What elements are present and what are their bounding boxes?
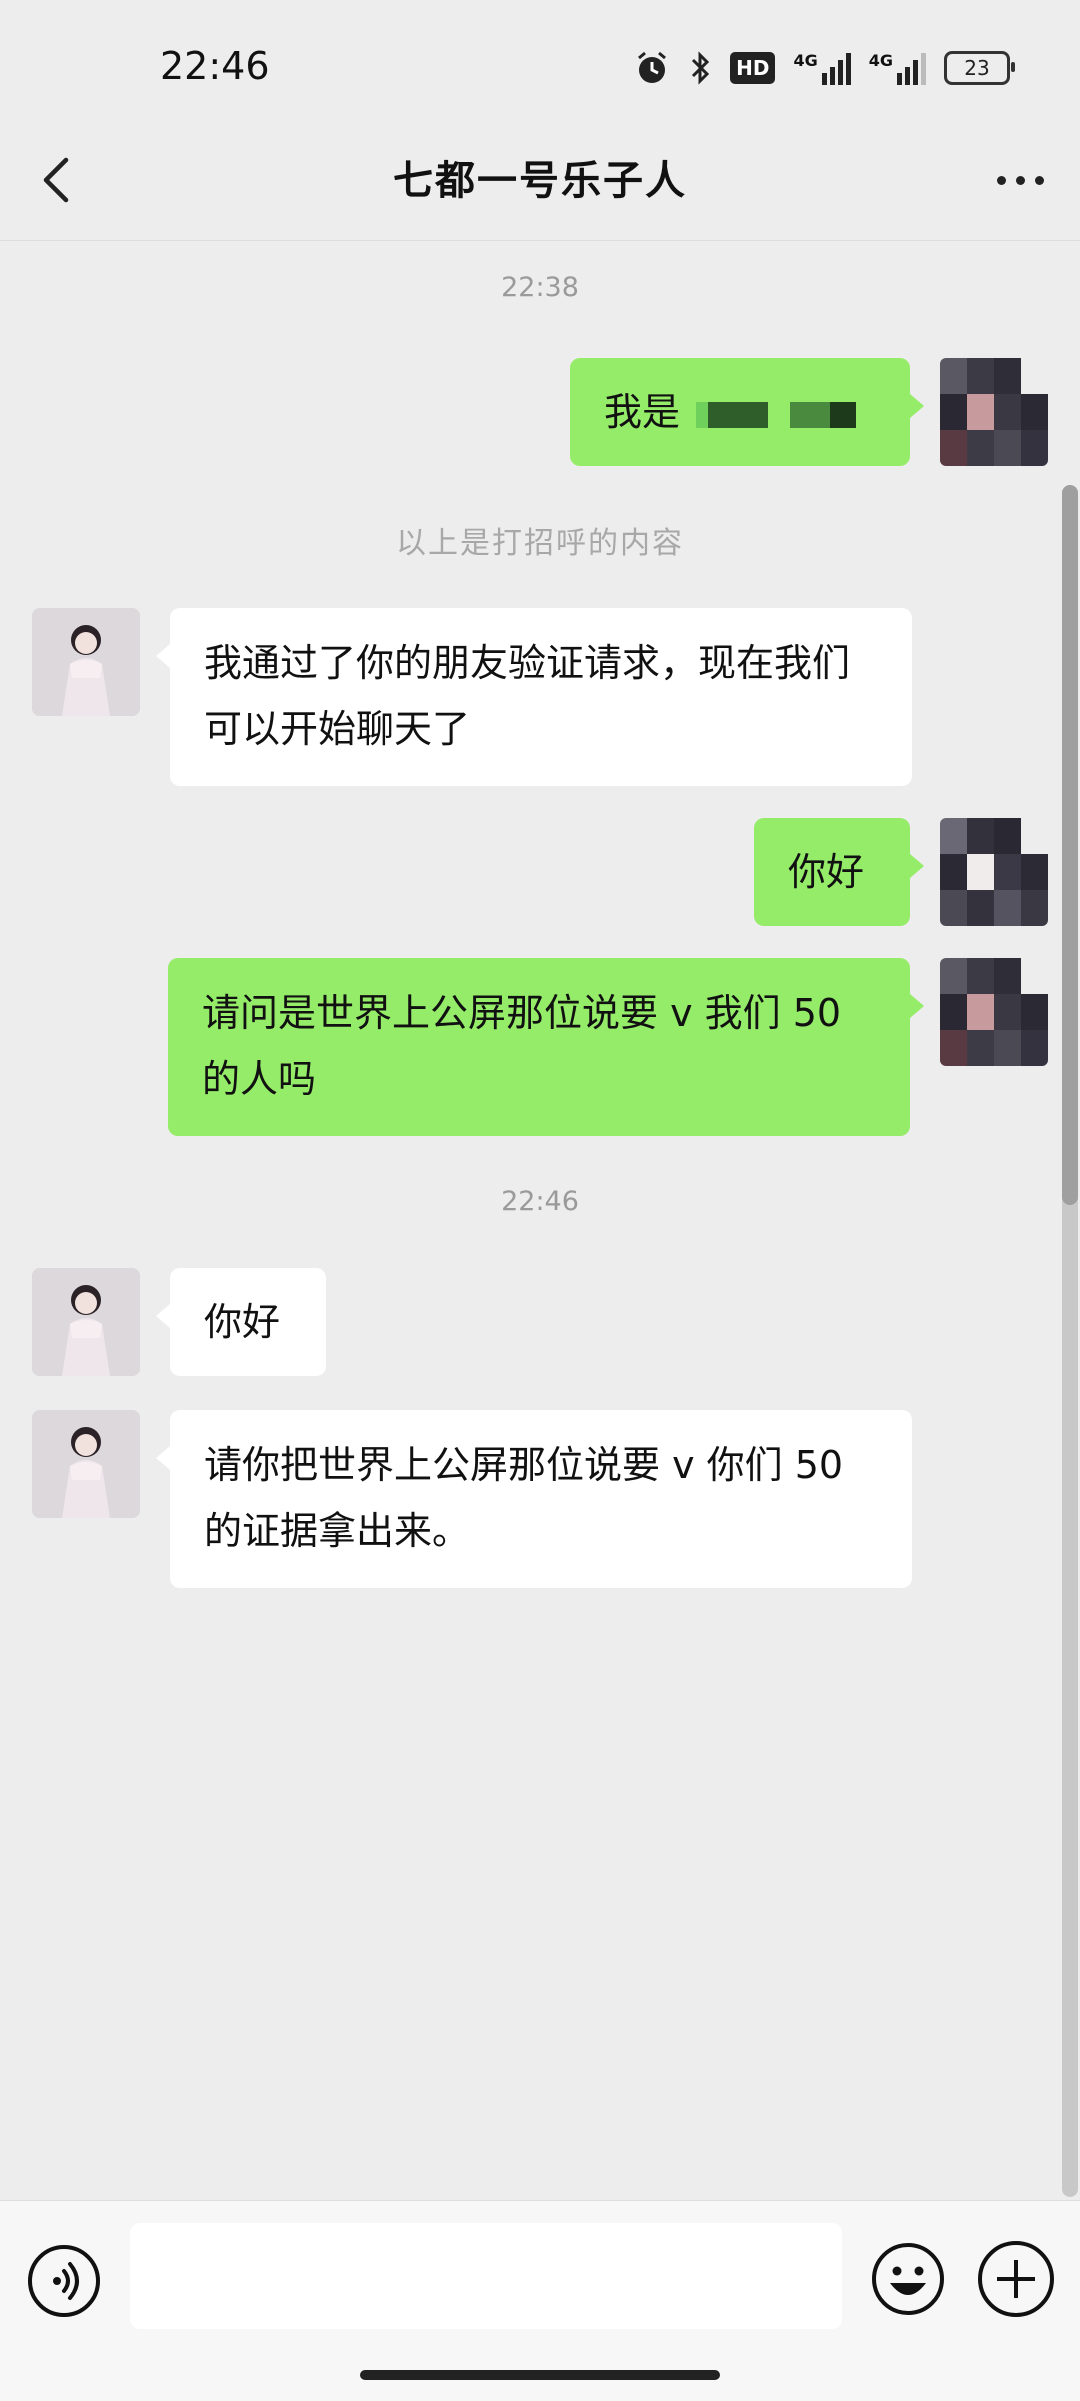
message-bubble-other[interactable]: 请你把世界上公屏那位说要 v 你们 50 的证据拿出来。 — [156, 1410, 912, 1588]
system-note: 以上是打招呼的内容 — [396, 526, 684, 561]
avatar-image — [32, 608, 140, 716]
avatar-other[interactable] — [32, 1410, 140, 1518]
signal-strength-icon: 4G — [793, 51, 851, 85]
message-text: 我是 — [604, 390, 681, 434]
timestamp: 22:46 — [501, 1186, 579, 1217]
message-text: 你好 — [204, 1300, 281, 1344]
message-bubble-other[interactable]: 我通过了你的朋友验证请求，现在我们可以开始聊天了 — [156, 608, 912, 786]
message-bubble-self[interactable]: 请问是世界上公屏那位说要 v 我们 50 的人吗 — [168, 958, 924, 1136]
message-text: 你好 — [788, 850, 865, 894]
message-text: 请你把世界上公屏那位说要 v 你们 50 的证据拿出来。 — [204, 1443, 844, 1553]
signal-strength-icon: 4G — [869, 51, 926, 85]
more-options-button[interactable] — [988, 150, 1052, 210]
home-indicator[interactable] — [360, 2370, 720, 2380]
signal-label: 4G — [868, 51, 893, 70]
status-icons: HD 4G 4G 23 — [634, 46, 1015, 90]
message-bubble-self[interactable]: 你好 — [754, 818, 924, 926]
signal-label: 4G — [793, 51, 818, 70]
message-text: 请问是世界上公屏那位说要 v 我们 50 的人吗 — [202, 991, 842, 1101]
avatar-self[interactable] — [940, 958, 1048, 1066]
status-bar: 22:46 HD 4G 4G 23 — [0, 0, 1080, 140]
status-time: 22:46 — [160, 44, 270, 88]
scrollbar-thumb[interactable] — [1062, 485, 1078, 1205]
message-text: 我通过了你的朋友验证请求，现在我们可以开始聊天了 — [204, 641, 851, 751]
message-bubble-other[interactable]: 你好 — [156, 1268, 326, 1376]
redacted-text — [692, 390, 857, 434]
avatar-other[interactable] — [32, 1268, 140, 1376]
emoji-icon — [872, 2243, 944, 2315]
avatar-self[interactable] — [940, 358, 1048, 466]
avatar-self[interactable] — [940, 818, 1048, 926]
avatar-other[interactable] — [32, 608, 140, 716]
plus-button[interactable] — [978, 2241, 1054, 2317]
chat-title: 七都一号乐子人 — [393, 158, 687, 204]
timestamp: 22:38 — [501, 272, 579, 303]
hd-badge: HD — [730, 52, 776, 84]
more-dots-icon — [996, 175, 1006, 185]
message-bubble-self[interactable]: 我是 — [570, 358, 924, 466]
avatar-image — [32, 1268, 140, 1376]
message-input[interactable] — [130, 2223, 842, 2329]
avatar-image — [32, 1410, 140, 1518]
nav-bar: 七都一号乐子人 — [0, 120, 1080, 241]
alarm-icon — [638, 51, 667, 83]
emoji-button[interactable] — [870, 2241, 946, 2317]
voice-icon — [53, 2262, 79, 2300]
battery-icon: 23 — [944, 51, 1015, 85]
bluetooth-icon — [692, 51, 710, 85]
voice-button[interactable] — [28, 2245, 100, 2317]
